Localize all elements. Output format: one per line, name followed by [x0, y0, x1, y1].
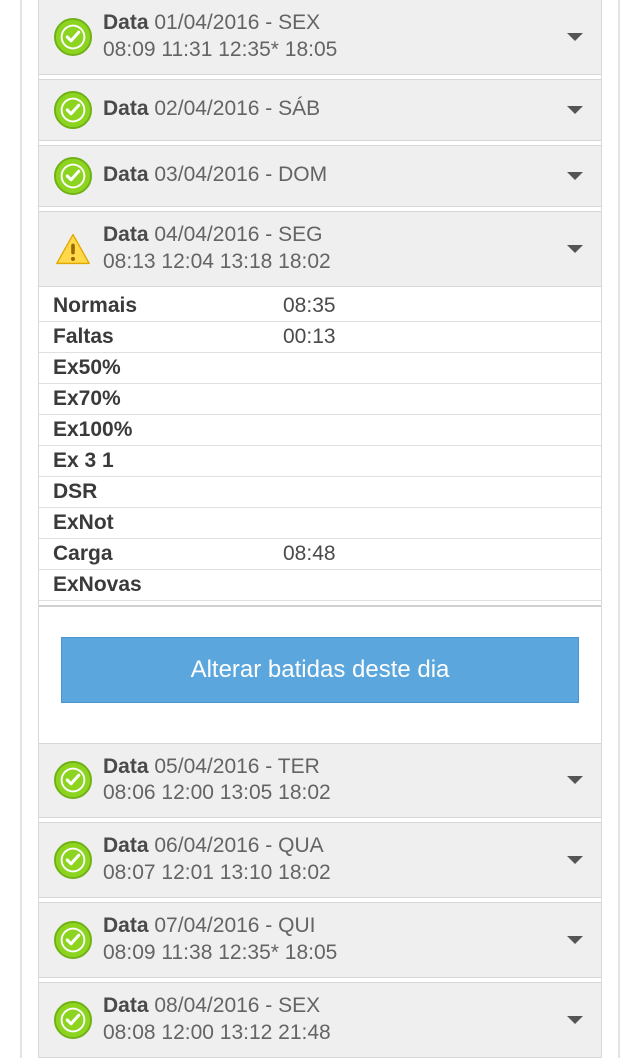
chevron-down-icon — [563, 31, 587, 43]
entry-text: Data 08/04/2016 - SEX 08:08 12:00 13:12 … — [103, 993, 563, 1047]
detail-key: ExNovas — [53, 573, 283, 597]
entry-text: Data 06/04/2016 - QUA 08:07 12:01 13:10 … — [103, 833, 563, 887]
detail-row: Ex 3 1 — [39, 446, 601, 477]
detail-key: Ex 3 1 — [53, 449, 283, 473]
entry-date: 06/04/2016 - QUA — [154, 834, 323, 857]
detail-row: DSR — [39, 477, 601, 508]
detail-value: 08:48 — [283, 542, 587, 566]
detail-row: ExNovas — [39, 570, 601, 601]
accordion-list: Data 01/04/2016 - SEX 08:09 11:31 12:35*… — [38, 0, 602, 1058]
check-icon — [53, 760, 93, 800]
detail-row: Carga08:48 — [39, 539, 601, 570]
detail-row: ExNot — [39, 508, 601, 539]
check-icon — [53, 90, 93, 130]
detail-value: 00:13 — [283, 325, 587, 349]
accordion-header[interactable]: Data 07/04/2016 - QUI 08:09 11:38 12:35*… — [39, 902, 601, 978]
detail-row: Ex70% — [39, 384, 601, 415]
accordion-header[interactable]: Data 08/04/2016 - SEX 08:08 12:00 13:12 … — [39, 982, 601, 1058]
check-icon — [53, 17, 93, 57]
detail-value — [283, 387, 587, 411]
check-icon — [53, 156, 93, 196]
chevron-down-icon — [563, 774, 587, 786]
entry-text: Data 07/04/2016 - QUI 08:09 11:38 12:35*… — [103, 913, 563, 967]
entry-text: Data 02/04/2016 - SÁB — [103, 96, 563, 123]
entry-date: 05/04/2016 - TER — [154, 755, 319, 778]
chevron-down-icon — [563, 934, 587, 946]
entry-date: 07/04/2016 - QUI — [154, 914, 315, 937]
accordion-header[interactable]: Data 03/04/2016 - DOM — [39, 145, 601, 207]
accordion-header[interactable]: Data 01/04/2016 - SEX 08:09 11:31 12:35*… — [39, 0, 601, 75]
detail-value — [283, 449, 587, 473]
detail-key: ExNot — [53, 511, 283, 535]
data-label: Data — [103, 97, 149, 120]
check-icon — [53, 920, 93, 960]
detail-key: Ex70% — [53, 387, 283, 411]
entry-times: 08:06 12:00 13:05 18:02 — [103, 781, 331, 804]
detail-row: Faltas00:13 — [39, 322, 601, 353]
data-label: Data — [103, 163, 149, 186]
check-icon — [53, 840, 93, 880]
entry-text: Data 05/04/2016 - TER 08:06 12:00 13:05 … — [103, 754, 563, 808]
chevron-down-icon — [563, 104, 587, 116]
entry-text: Data 01/04/2016 - SEX 08:09 11:31 12:35*… — [103, 10, 563, 64]
detail-key: DSR — [53, 480, 283, 504]
detail-value: 08:35 — [283, 294, 587, 318]
data-label: Data — [103, 755, 149, 778]
data-label: Data — [103, 994, 149, 1017]
detail-row: Normais08:35 — [39, 291, 601, 322]
chevron-down-icon — [563, 243, 587, 255]
entry-times: 08:07 12:01 13:10 18:02 — [103, 861, 331, 884]
detail-value — [283, 356, 587, 380]
warning-icon — [53, 229, 93, 269]
details-panel: Normais08:35 Faltas00:13 Ex50% Ex70% Ex1… — [39, 287, 601, 743]
accordion-header[interactable]: Data 06/04/2016 - QUA 08:07 12:01 13:10 … — [39, 822, 601, 898]
entry-date: 03/04/2016 - DOM — [154, 163, 327, 186]
entry-times: 08:09 11:38 12:35* 18:05 — [103, 941, 337, 964]
detail-key: Ex50% — [53, 356, 283, 380]
change-entries-button[interactable]: Alterar batidas deste dia — [61, 637, 579, 703]
entry-date: 08/04/2016 - SEX — [154, 994, 320, 1017]
accordion-header[interactable]: Data 05/04/2016 - TER 08:06 12:00 13:05 … — [39, 743, 601, 819]
detail-value — [283, 418, 587, 442]
detail-key: Ex100% — [53, 418, 283, 442]
chevron-down-icon — [563, 170, 587, 182]
entry-times: 08:09 11:31 12:35* 18:05 — [103, 38, 337, 61]
detail-key: Normais — [53, 294, 283, 318]
data-label: Data — [103, 11, 149, 34]
data-label: Data — [103, 834, 149, 857]
chevron-down-icon — [563, 854, 587, 866]
accordion-header[interactable]: Data 04/04/2016 - SEG 08:13 12:04 13:18 … — [39, 211, 601, 287]
detail-key: Carga — [53, 542, 283, 566]
entry-date: 01/04/2016 - SEX — [154, 11, 320, 34]
data-label: Data — [103, 223, 149, 246]
entry-date: 04/04/2016 - SEG — [154, 223, 322, 246]
detail-value — [283, 480, 587, 504]
entry-times: 08:08 12:00 13:12 21:48 — [103, 1021, 331, 1044]
detail-row: Ex50% — [39, 353, 601, 384]
entry-text: Data 03/04/2016 - DOM — [103, 162, 563, 189]
data-label: Data — [103, 914, 149, 937]
check-icon — [53, 1000, 93, 1040]
detail-value — [283, 511, 587, 535]
detail-value — [283, 573, 587, 597]
button-area: Alterar batidas deste dia — [39, 605, 601, 743]
entry-date: 02/04/2016 - SÁB — [154, 97, 320, 120]
entry-text: Data 04/04/2016 - SEG 08:13 12:04 13:18 … — [103, 222, 563, 276]
accordion-header[interactable]: Data 02/04/2016 - SÁB — [39, 79, 601, 141]
detail-key: Faltas — [53, 325, 283, 349]
detail-row: Ex100% — [39, 415, 601, 446]
chevron-down-icon — [563, 1014, 587, 1026]
entry-times: 08:13 12:04 13:18 18:02 — [103, 250, 331, 273]
